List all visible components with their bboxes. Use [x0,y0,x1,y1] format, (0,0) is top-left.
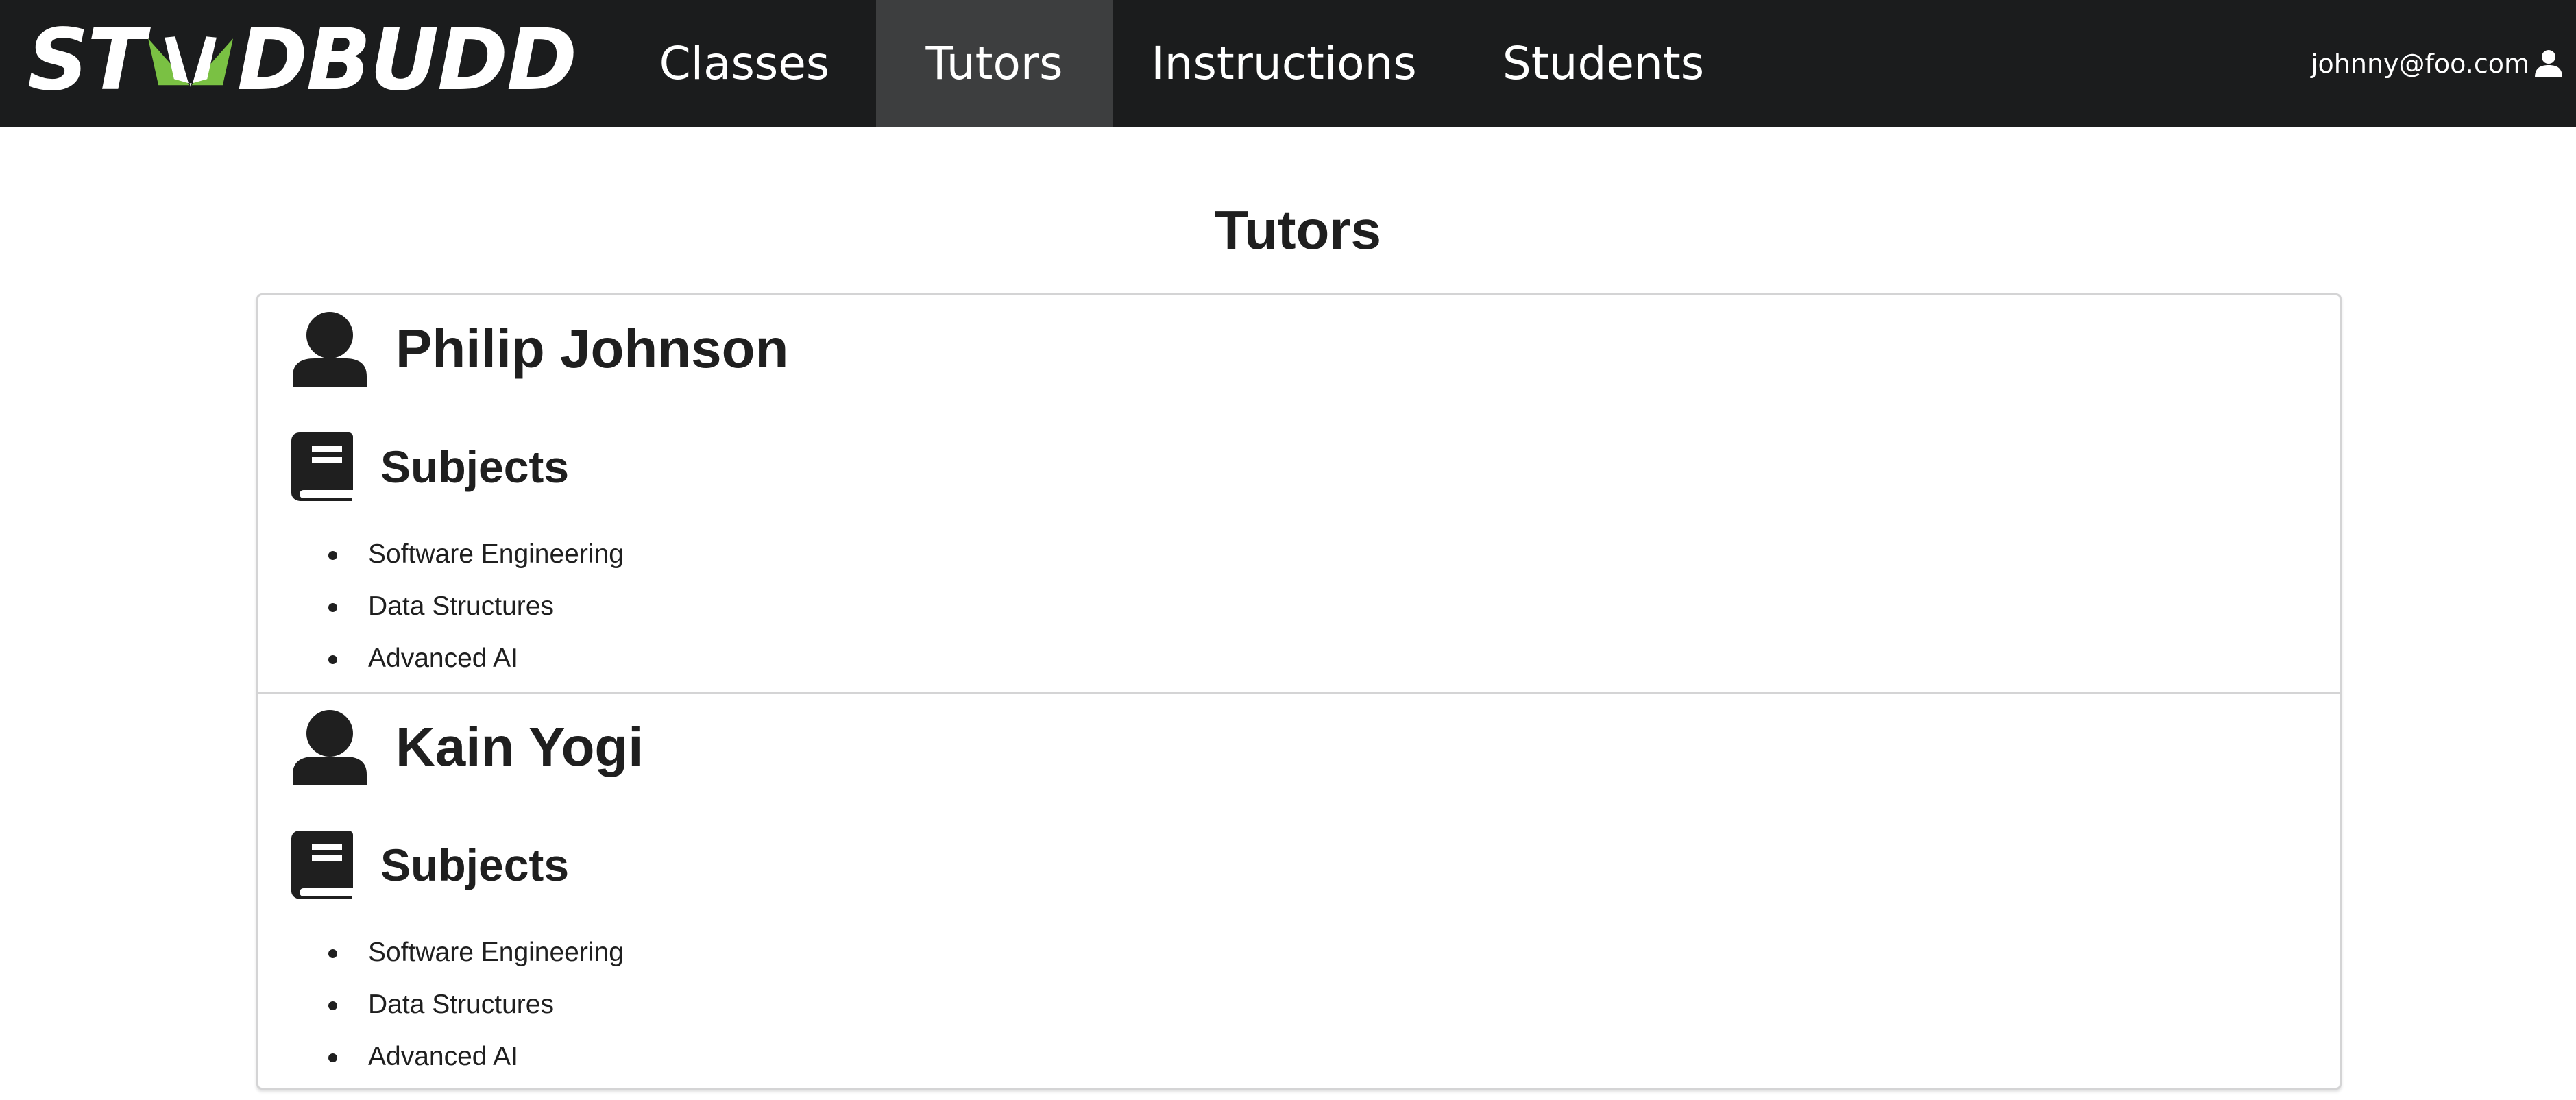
subject-item: Data Structures [313,580,624,633]
nav-tutors[interactable]: Tutors [876,0,1113,127]
tutor-header: Kain Yogi [291,709,644,785]
subject-list: Software Engineering Data Structures Adv… [313,528,624,685]
user-email: johnny@foo.com [2311,48,2529,79]
nav-classes[interactable]: Classes [613,0,875,127]
user-menu[interactable]: johnny@foo.com [2311,0,2564,127]
subject-item: Software Engineering [313,927,624,979]
tutor-card: Philip Johnson Subjects Software Enginee… [258,295,2340,692]
nav-students[interactable]: Students [1455,0,1751,127]
open-book-icon [147,36,233,88]
subjects-header: Subjects [291,432,569,501]
tutor-list: Philip Johnson Subjects Software Enginee… [256,293,2342,1090]
nav-instructions[interactable]: Instructions [1113,0,1455,127]
book-icon [291,831,353,899]
user-icon [293,710,367,785]
book-icon [291,432,353,501]
subject-item: Data Structures [313,979,624,1031]
top-navbar: ST DBUDD Classes Tutors Instructions Stu… [0,0,2576,127]
logo-text-left: ST [27,11,145,110]
tutor-name: Philip Johnson [396,318,789,379]
subjects-title: Subjects [380,441,570,492]
subject-list: Software Engineering Data Structures Adv… [313,927,624,1083]
subjects-header: Subjects [291,831,569,899]
tutor-header: Philip Johnson [291,310,788,387]
studbudd-logo[interactable]: ST DBUDD [27,11,577,110]
user-icon [2535,49,2562,77]
tutor-card: Kain Yogi Subjects Software Engineering … [258,692,2340,1088]
user-icon [293,312,367,387]
logo-text-right: DBUDD [237,11,577,110]
subject-item: Software Engineering [313,528,624,580]
subject-item: Advanced AI [313,1031,624,1083]
page-title: Tutors [1215,199,1381,260]
subject-item: Advanced AI [313,633,624,685]
subjects-title: Subjects [380,840,570,890]
tutor-name: Kain Yogi [396,716,644,777]
